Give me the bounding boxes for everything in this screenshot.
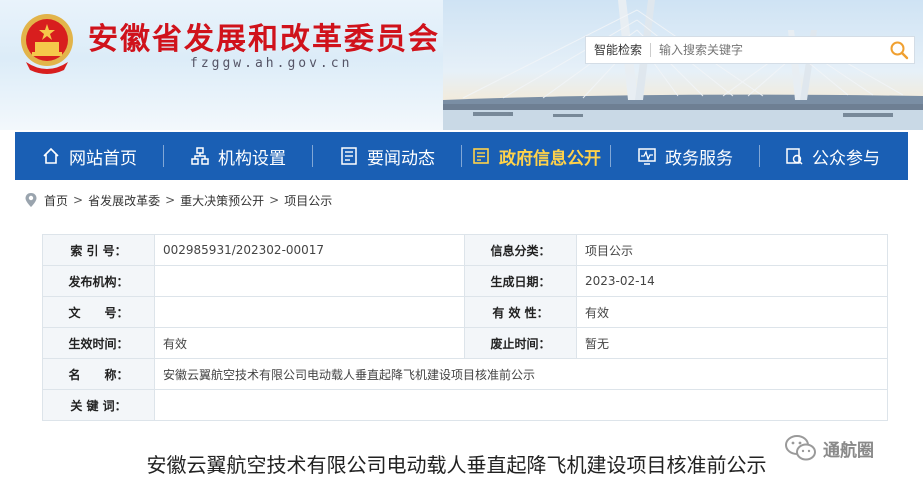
search-icon [890,41,909,60]
nav-item-label: 要闻动态 [367,148,435,169]
nav-item-label: 政务服务 [665,148,733,169]
nav-item-home[interactable]: 网站首页 [15,132,163,180]
index-no-label: 索 引 号： [42,234,155,266]
service-monitor-icon [638,148,656,165]
nav-item-label: 公众参与 [812,148,880,169]
main-nav: 网站首页 机构设置 要闻动态 政府信息公开 政务服务 公众参与 [15,132,908,180]
info-disclosure-icon [473,148,489,164]
search-box: 智能检索 [585,36,915,64]
effective-time-label: 生效时间： [42,327,155,359]
bridge-banner-image [443,0,923,130]
index-no-value: 002985931/202302-00017 [154,234,465,266]
site-header: 安徽省发展和改革委员会 fzggw.ah.gov.cn 智能检索 [0,0,923,130]
smart-search-label: 智能检索 [586,43,652,57]
nav-item-gov-service[interactable]: 政务服务 [611,132,759,180]
table-row: 关 键 词： [42,389,888,421]
breadcrumb-separator: > [165,193,176,207]
publisher-label: 发布机构： [42,265,155,297]
wechat-logo-icon [785,435,816,461]
table-row: 生效时间： 有效 废止时间： 暂无 [42,327,888,359]
nav-item-label: 网站首页 [69,148,137,169]
nav-item-organization[interactable]: 机构设置 [164,132,312,180]
doc-no-label: 文 号： [42,296,155,328]
participation-icon [786,148,803,165]
breadcrumb-decision-link[interactable]: 重大决策预公开 [180,192,264,209]
validity-label: 有 效 性： [464,296,577,328]
site-title: 安徽省发展和改革委员会 [88,22,440,57]
breadcrumb-ndrc-link[interactable]: 省发展改革委 [88,192,160,209]
news-icon [341,147,357,165]
category-label: 信息分类： [464,234,577,266]
nav-item-news[interactable]: 要闻动态 [313,132,461,180]
home-icon [43,147,59,164]
breadcrumb-separator: > [269,193,280,207]
nav-item-label: 政府信息公开 [499,148,601,169]
publisher-value [154,265,465,297]
name-label: 名 称： [42,358,155,390]
table-row: 文 号： 有 效 性： 有效 [42,296,888,328]
search-input[interactable] [651,38,884,62]
created-date-label: 生成日期： [464,265,577,297]
keywords-label: 关 键 词： [42,389,155,421]
breadcrumb: 首页 > 省发展改革委 > 重大决策预公开 > 项目公示 [24,190,332,210]
effective-time-value: 有效 [154,327,465,359]
table-row: 索 引 号： 002985931/202302-00017 信息分类： 项目公示 [42,234,888,266]
nav-item-info-disclosure[interactable]: 政府信息公开 [462,132,610,180]
doc-no-value [154,296,465,328]
search-button[interactable] [884,37,914,63]
watermark-text: 通航圈 [823,440,874,461]
keywords-value [154,389,888,421]
national-emblem-icon [21,14,73,74]
document-info-table: 索 引 号： 002985931/202302-00017 信息分类： 项目公示… [42,234,888,421]
nav-item-label: 机构设置 [218,148,286,169]
org-chart-icon [191,147,209,165]
validity-value: 有效 [576,296,888,328]
expiry-time-value: 暂无 [576,327,888,359]
site-domain: fzggw.ah.gov.cn [190,56,353,71]
nav-item-public-participation[interactable]: 公众参与 [760,132,904,180]
created-date-value: 2023-02-14 [576,265,888,297]
breadcrumb-home-link[interactable]: 首页 [44,192,68,209]
table-row: 名 称： 安徽云翼航空技术有限公司电动载人垂直起降飞机建设项目核准前公示 [42,358,888,390]
breadcrumb-project-notice-link[interactable]: 项目公示 [284,192,332,209]
table-row: 发布机构： 生成日期： 2023-02-14 [42,265,888,297]
watermark: 通航圈 [783,433,874,463]
location-pin-icon [25,193,37,207]
breadcrumb-separator: > [73,193,84,207]
name-value: 安徽云翼航空技术有限公司电动载人垂直起降飞机建设项目核准前公示 [154,358,888,390]
category-value: 项目公示 [576,234,888,266]
expiry-time-label: 废止时间： [464,327,577,359]
